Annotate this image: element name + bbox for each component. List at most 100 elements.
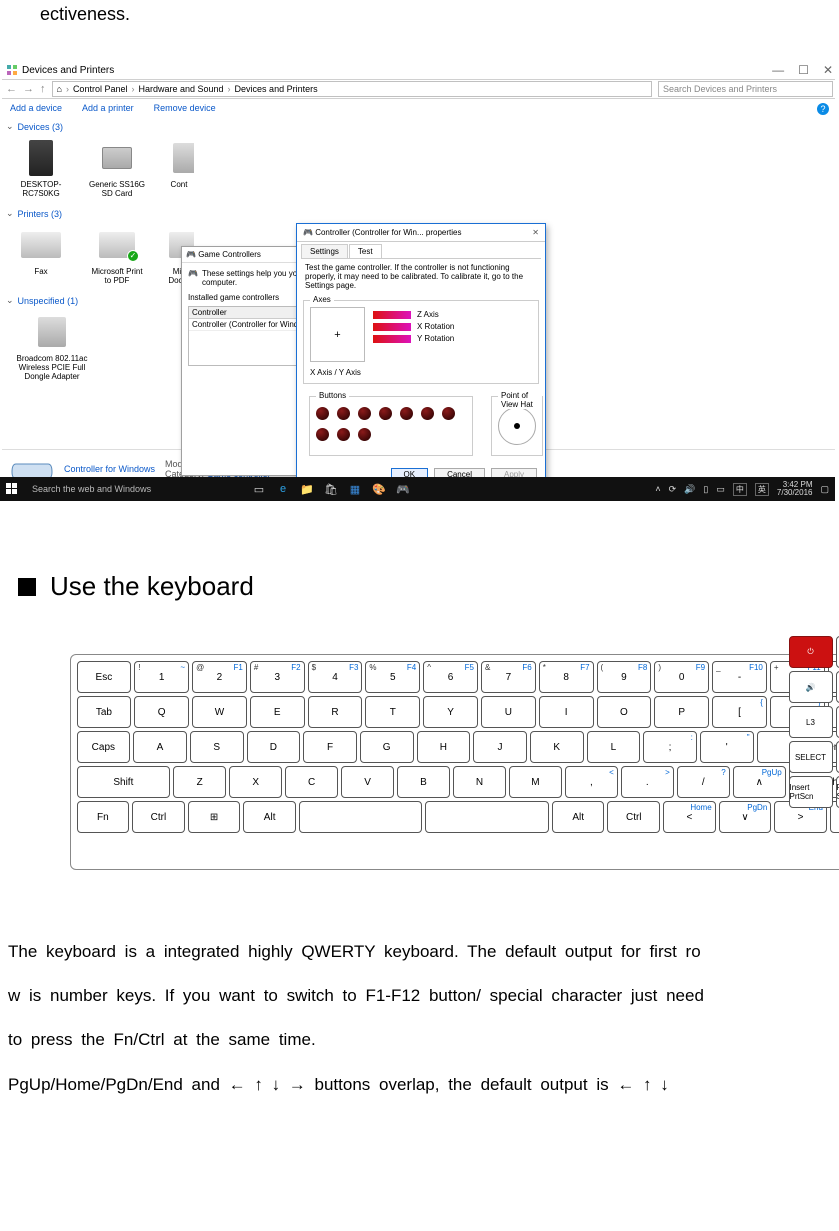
sidekey: 🔊 [789,671,833,703]
tray-chevron-icon[interactable]: ˄ [655,484,660,494]
explorer-icon[interactable]: 📁 [300,482,314,496]
search-input[interactable]: Search Devices and Printers [658,81,833,97]
key-X: X [229,766,282,798]
device-desktop[interactable]: DESKTOP-RC7S0KG [12,138,70,198]
home-icon: ⌂ [57,84,62,94]
key-.: .> [621,766,674,798]
xy-axis-plot: + [310,307,365,362]
sidekey: R3 [836,706,839,738]
key-Alt: Alt [243,801,296,833]
group-devices[interactable]: ⌄Devices (3) [2,119,835,134]
info-name: Controller for Windows [64,464,155,474]
crumb-devices[interactable]: Devices and Printers [235,84,318,94]
tab-settings[interactable]: Settings [301,244,348,258]
close-button[interactable]: ✕ [823,63,833,77]
key-0: 0F9) [654,661,709,693]
key-P: P [654,696,709,728]
key-Alt: Alt [552,801,605,833]
minimize-button[interactable]: — [772,63,784,77]
crumb-hardware[interactable]: Hardware and Sound [138,84,223,94]
sidekey: 🔇 [836,671,839,703]
key-1: 1~! [134,661,189,693]
tab-test[interactable]: Test [349,244,382,258]
breadcrumb[interactable]: ⌂› Control Panel› Hardware and Sound› De… [52,81,653,97]
key-V: V [341,766,394,798]
section-heading: Use the keyboard [18,571,839,602]
back-button[interactable]: ← [6,83,17,95]
buttons-group: Buttons [309,396,473,456]
paragraph-line-1: The keyboard is a integrated highly QWER… [8,930,831,974]
key-4: 4F3$ [308,661,363,693]
key-<: <Home [663,801,716,833]
command-bar: Add a device Add a printer Remove device… [2,99,835,119]
axes-footer: X Axis / Y Axis [310,368,532,377]
crumb-control-panel[interactable]: Control Panel [73,84,128,94]
key-Shift: Shift [77,766,171,798]
action-center-icon[interactable]: ▢ [820,484,829,495]
key-J: J [473,731,527,763]
button-indicators [316,403,466,445]
key-Ctrl: Ctrl [132,801,185,833]
help-icon[interactable]: ? [817,103,829,115]
sidekey: L3 [789,706,833,738]
key-8: 8F7* [539,661,594,693]
taskview-icon[interactable]: ▭ [252,482,266,496]
tray-network-icon[interactable]: ▭ [716,484,725,495]
gamepad-taskbar-icon[interactable]: 🎮 [396,482,410,496]
key-⊞: ⊞ [188,801,241,833]
key--: -F10_ [712,661,767,693]
key-Tab: Tab [77,696,132,728]
key-M: M [509,766,562,798]
z-axis-bar [373,311,411,319]
key-Y: Y [423,696,478,728]
add-printer-link[interactable]: Add a printer [82,103,134,115]
tray-clock[interactable]: 3:42 PM 7/30/2016 [777,481,813,497]
key-/: /? [677,766,730,798]
add-device-link[interactable]: Add a device [10,103,62,115]
screenshot-windows: Devices and Printers — ☐ ✕ ← → ↑ ⌂› Cont… [0,33,835,501]
device-sdcard[interactable]: Generic SS16G SD Card [88,138,146,198]
explorer-nav: ← → ↑ ⌂› Control Panel› Hardware and Sou… [2,79,835,99]
forward-button[interactable]: → [23,83,34,95]
ime-lang2[interactable]: 英 [755,483,769,496]
key-': '" [700,731,754,763]
printer-mspdf[interactable]: ✓Microsoft Print to PDF [88,225,146,285]
start-button[interactable] [0,477,24,501]
tray-battery-icon[interactable]: ▯ [703,484,708,495]
key-O: O [597,696,652,728]
key-9: 9F8( [597,661,652,693]
key-Ctrl: Ctrl [607,801,660,833]
key-C: C [285,766,338,798]
keyboard-illustration: Esc1~!2F1@3F2#4F3$5F4%6F5^7F6&8F7*9F8(0F… [70,630,770,930]
gc-row[interactable]: Controller (Controller for Wind [189,319,313,331]
bullet-square-icon [18,578,36,596]
key-∧: ∧PgUp [733,766,786,798]
key-Fn: Fn [77,801,130,833]
ime-lang1[interactable]: 中 [733,483,747,496]
group-printers[interactable]: ⌄Printers (3) [2,206,835,221]
key-3: 3F2# [250,661,305,693]
gc-title: Game Controllers [198,250,261,259]
taskbar-search[interactable]: Search the web and Windows [24,484,244,494]
key-U: U [481,696,536,728]
device-controller-clipped[interactable]: Cont [164,138,194,189]
remove-device-link[interactable]: Remove device [154,103,216,115]
pov-indicator [498,407,536,445]
key-I: I [539,696,594,728]
up-button[interactable]: ↑ [40,83,46,95]
device-dongle[interactable]: Broadcom 802.11ac Wireless PCIE Full Don… [12,312,92,381]
paragraph-line-4: PgUp/Home/PgDn/End and ← ↑ ↓ → buttons o… [8,1063,831,1107]
store-icon[interactable]: 🛍 [324,482,338,496]
tray-sync-icon[interactable]: ⟳ [669,484,677,495]
edge-icon[interactable]: e [276,482,290,496]
printer-fax[interactable]: Fax [12,225,70,276]
maximize-button[interactable]: ☐ [798,63,809,77]
controller-properties-dialog: 🎮 Controller (Controller for Win... prop… [296,223,546,490]
prop-close-button[interactable]: ✕ [532,228,539,237]
key-6: 6F5^ [423,661,478,693]
tray-volume-icon[interactable]: 🔊 [684,484,695,495]
prop-title: Controller (Controller for Win... proper… [315,228,461,237]
key-Q: Q [134,696,189,728]
app1-icon[interactable]: ▦ [348,482,362,496]
paint-icon[interactable]: 🎨 [372,482,386,496]
